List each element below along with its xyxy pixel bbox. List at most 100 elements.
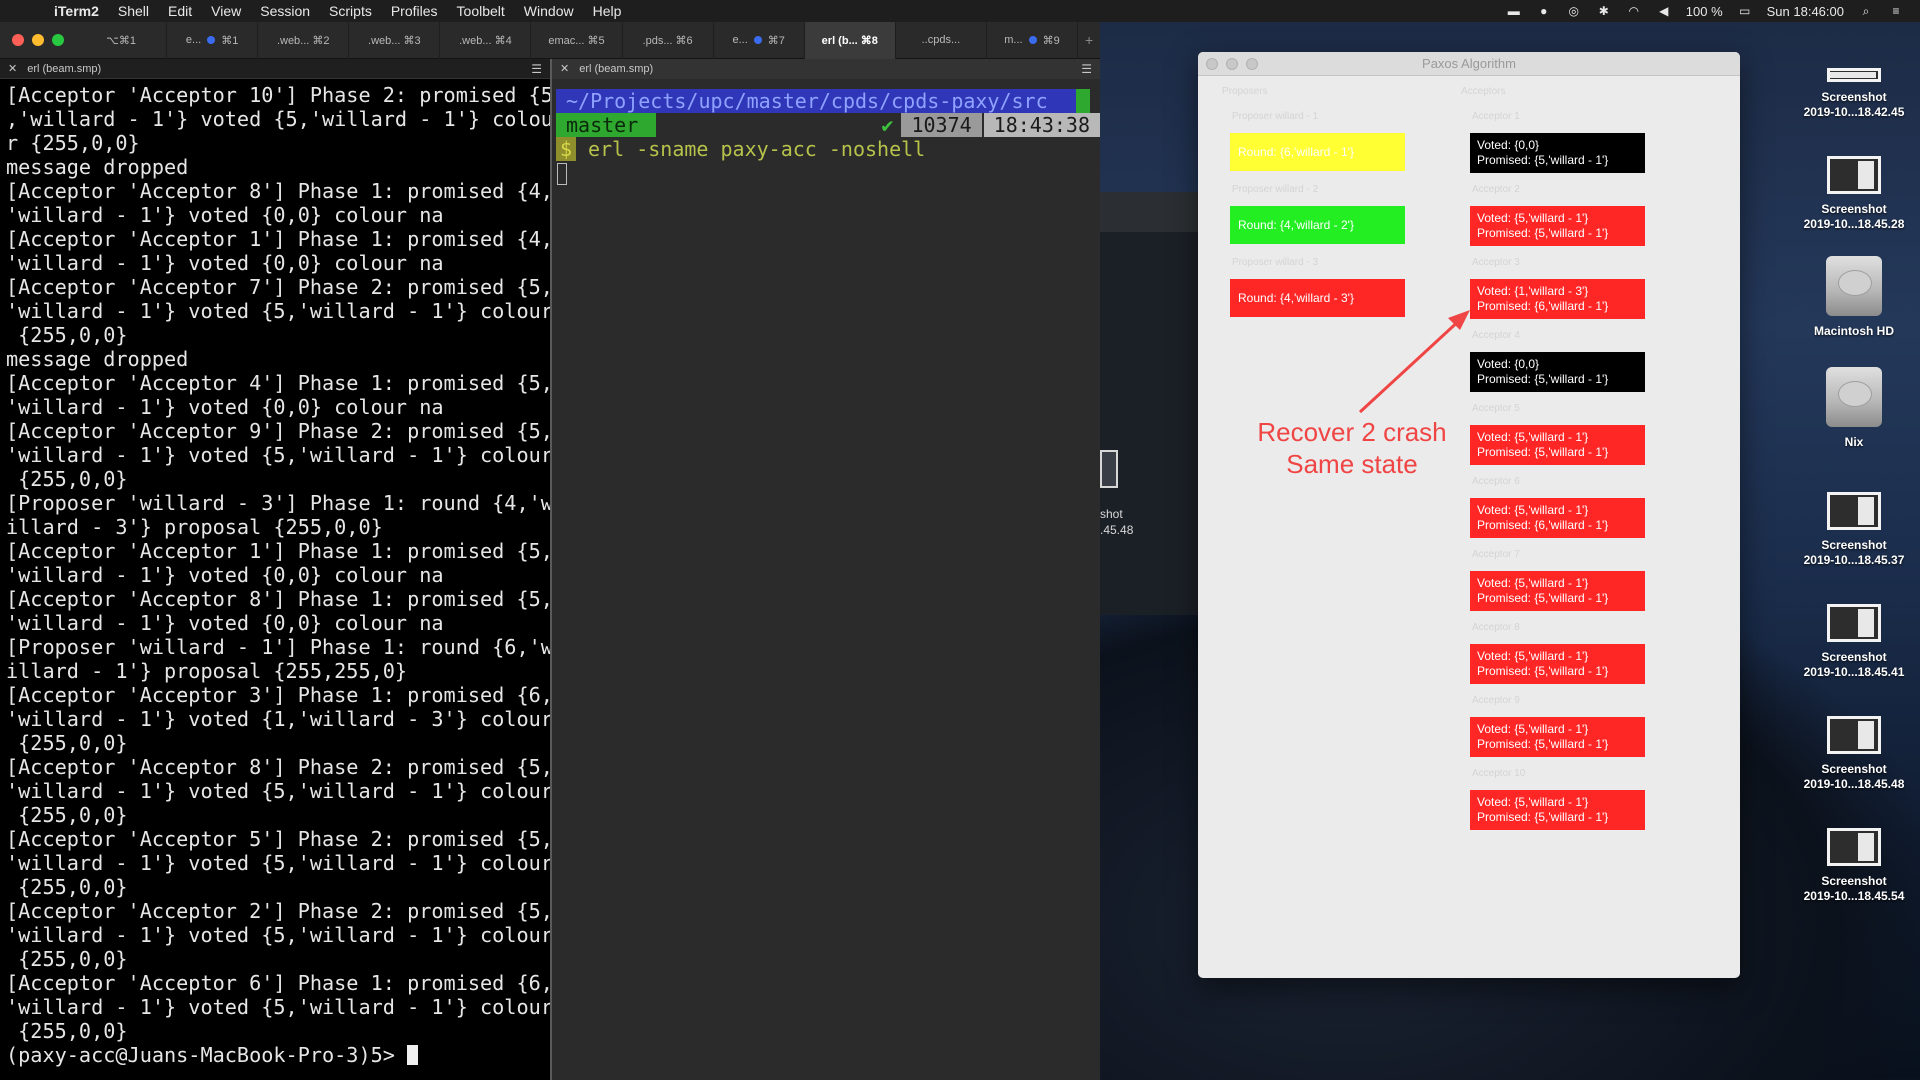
tab-7[interactable]: .pds... ⌘6 <box>623 22 714 59</box>
close-window-icon[interactable] <box>12 34 24 46</box>
desktop-icon-label: Screenshot 2019-10...18.45.28 <box>1784 202 1920 232</box>
desktop-icon-label: Macintosh HD <box>1784 324 1920 339</box>
console-line: ,'willard - 1'} voted {5,'willard - 1'} … <box>6 107 553 131</box>
console-line: [Acceptor 'Acceptor 1'] Phase 1: promise… <box>6 539 553 563</box>
close-pane-icon[interactable]: ✕ <box>8 62 17 75</box>
prompt-symbol: $ <box>556 137 577 161</box>
menu-edit[interactable]: Edit <box>168 3 192 19</box>
battery-icon[interactable]: ▭ <box>1737 4 1753 18</box>
menu-scripts[interactable]: Scripts <box>329 3 372 19</box>
bluetooth-icon[interactable]: ✱ <box>1596 4 1612 18</box>
icon-title: Screenshot <box>1821 202 1887 216</box>
console-line: [Proposer 'willard - 3'] Phase 1: round … <box>6 491 553 515</box>
pane-menu-icon[interactable]: ☰ <box>531 62 542 76</box>
console-line: 'willard - 1'} voted {5,'willard - 1'} c… <box>6 299 553 323</box>
prompt-line[interactable]: (paxy-acc@Juans-MacBook-Pro-3)5> <box>6 1043 544 1067</box>
prompt-path: ~/Projects/upc/master/cpds/cpds-paxy/src <box>556 89 1076 113</box>
screenshot-thumbnail-icon <box>1827 716 1881 754</box>
console-line: 'willard - 1'} voted {5,'willard - 1'} c… <box>6 851 553 875</box>
console-line: [Acceptor 'Acceptor 6'] Phase 1: promise… <box>6 971 553 995</box>
right-terminal-pane[interactable]: ✕ erl (beam.smp) ☰ ~/Projects/upc/master… <box>552 59 1100 1080</box>
desktop-icon-macintosh-hd[interactable]: Macintosh HD <box>1784 256 1920 339</box>
tab-label: emac... ⌘5 <box>548 34 605 47</box>
tab-label: .web... ⌘3 <box>368 34 421 47</box>
icon-title: Screenshot <box>1821 650 1887 664</box>
console-line: 'willard - 1'} voted {0,0} colour na <box>6 203 444 227</box>
icon-title: Macintosh HD <box>1813 324 1894 338</box>
pane-menu-icon[interactable]: ☰ <box>1081 62 1092 76</box>
command-row: $ erl -sname paxy-acc -noshell <box>556 137 1100 161</box>
tab-5[interactable]: .web... ⌘4 <box>440 22 532 59</box>
menu-shell[interactable]: Shell <box>118 3 149 19</box>
tab-6[interactable]: emac... ⌘5 <box>531 22 623 59</box>
sync-icon[interactable]: ◎ <box>1566 4 1582 18</box>
menu-toolbelt[interactable]: Toolbelt <box>457 3 505 19</box>
tab-9[interactable]: m... ⌘9 <box>987 22 1079 59</box>
menu-app-name[interactable]: iTerm2 <box>54 3 99 19</box>
tab-3[interactable]: .web... ⌘2 <box>258 22 350 59</box>
left-terminal-pane[interactable]: ✕ erl (beam.smp) ☰ [Acceptor 'Acceptor 1… <box>0 59 553 1080</box>
file-label-line: .45.48 <box>1100 523 1134 537</box>
screenshot-thumbnail-icon[interactable] <box>1100 450 1118 488</box>
zoom-window-icon[interactable] <box>52 34 64 46</box>
background-window[interactable]: shot .45.48 <box>1100 192 1198 615</box>
cursor-row <box>556 161 1100 185</box>
annotation-line: Same state <box>1286 449 1418 479</box>
iterm-window: ⌥⌘1 e... ⌘1 .web... ⌘2 .web... ⌘3 .web...… <box>0 22 1100 1080</box>
menu-window[interactable]: Window <box>524 3 574 19</box>
menu-session[interactable]: Session <box>260 3 310 19</box>
tab-4[interactable]: .web... ⌘3 <box>349 22 441 59</box>
desktop-icon-label: Screenshot 2019-10...18.42.45 <box>1784 90 1920 120</box>
icon-subtitle: 2019-10...18.45.54 <box>1803 889 1905 903</box>
console-line: [Proposer 'willard - 1'] Phase 1: round … <box>6 635 553 659</box>
prompt-status-row: master ✔ 10374 18:43:38 <box>556 113 1100 137</box>
desktop-icon-screenshot[interactable]: Screenshot 2019-10...18.45.54 <box>1784 828 1920 904</box>
desktop-icon-screenshot[interactable]: Screenshot 2019-10...18.45.28 <box>1784 156 1920 232</box>
tab-label: ⌘1 <box>221 34 239 47</box>
annotation-arrow <box>1358 310 1470 414</box>
menu-extras: ▬ ● ◎ ✱ ◠ ◀ 100 % ▭ Sun 18:46:00 ⌕ ≡ <box>1506 0 1904 22</box>
minimize-window-icon[interactable] <box>32 34 44 46</box>
docker-icon[interactable]: ▬ <box>1506 4 1522 18</box>
volume-icon[interactable]: ◀ <box>1656 4 1672 18</box>
close-pane-icon[interactable]: ✕ <box>560 62 569 75</box>
desktop-icon-screenshot[interactable]: Screenshot 2019-10...18.45.37 <box>1784 492 1920 568</box>
tab-8[interactable]: e... ⌘7 <box>714 22 805 59</box>
menu-view[interactable]: View <box>211 3 241 19</box>
window-controls <box>0 34 76 46</box>
tab-bar: ⌥⌘1 e... ⌘1 .web... ⌘2 .web... ⌘3 .web...… <box>0 22 1100 59</box>
console-line: 'willard - 1'} voted {5,'willard - 1'} c… <box>6 443 553 467</box>
screenshot-thumbnail-icon <box>1827 828 1881 866</box>
tab-erl-active[interactable]: erl (b... ⌘8 <box>804 22 896 59</box>
status-ok-icon: ✔ <box>881 113 894 137</box>
desktop-icon-screenshot[interactable]: Screenshot 2019-10...18.45.48 <box>1784 716 1920 792</box>
battery-percent[interactable]: 100 % <box>1686 4 1723 19</box>
notification-center-icon[interactable]: ≡ <box>1888 4 1904 18</box>
file-label-line: shot <box>1100 507 1123 521</box>
desktop-icon-screenshot[interactable]: Screenshot 2019-10...18.42.45 <box>1784 56 1920 120</box>
console-line: message dropped <box>6 347 189 371</box>
tab-cpds[interactable]: ..cpds... <box>896 22 987 59</box>
tab-1[interactable]: ⌥⌘1 <box>76 22 168 59</box>
icon-subtitle: 2019-10...18.45.37 <box>1803 553 1905 567</box>
new-tab-icon[interactable]: + <box>1078 32 1100 48</box>
tab-2[interactable]: e... ⌘1 <box>167 22 259 59</box>
tab-label: e... <box>185 34 202 46</box>
icon-subtitle: 2019-10...18.42.45 <box>1803 105 1905 119</box>
console-line: [Acceptor 'Acceptor 10'] Phase 2: promis… <box>6 83 553 107</box>
menu-help[interactable]: Help <box>593 3 622 19</box>
spotlight-search-icon[interactable]: ⌕ <box>1858 4 1874 18</box>
console-line: {255,0,0} <box>6 467 128 491</box>
console-line: 'willard - 1'} voted {5,'willard - 1'} c… <box>6 923 553 947</box>
tab-label: m... <box>1004 34 1023 46</box>
menu-profiles[interactable]: Profiles <box>391 3 438 19</box>
clock[interactable]: Sun 18:46:00 <box>1767 4 1844 19</box>
tab-label: .pds... ⌘6 <box>642 34 693 47</box>
icon-subtitle: 2019-10...18.45.48 <box>1803 777 1905 791</box>
apple-icon[interactable] <box>18 3 32 19</box>
app-status-icon[interactable]: ● <box>1536 4 1552 18</box>
wifi-icon[interactable]: ◠ <box>1626 4 1642 18</box>
desktop-icon-nix[interactable]: Nix <box>1784 367 1920 450</box>
desktop-icon-screenshot[interactable]: Screenshot 2019-10...18.45.41 <box>1784 604 1920 680</box>
icon-title: Screenshot <box>1821 90 1887 104</box>
